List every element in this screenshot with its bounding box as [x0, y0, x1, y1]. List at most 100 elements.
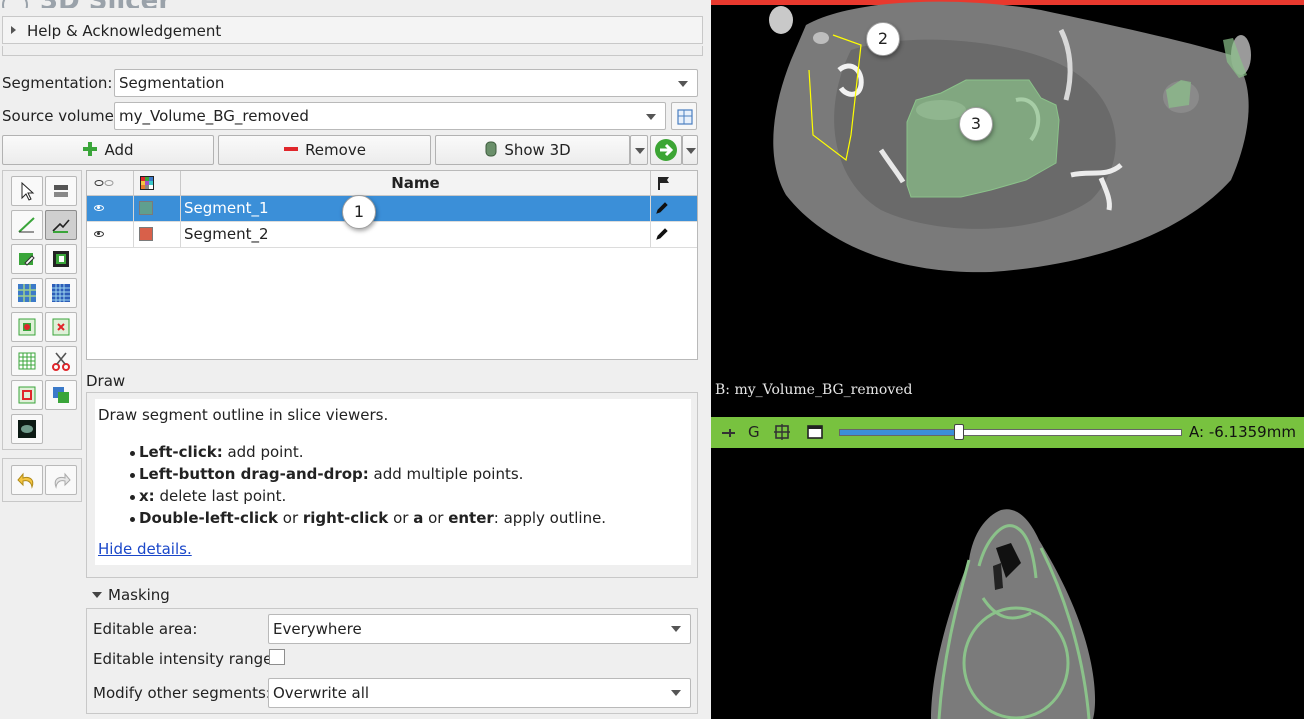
show-3d-label: Show 3D [504, 141, 571, 159]
source-volume-select[interactable]: my_Volume_BG_removed [114, 102, 666, 130]
segmentation-select[interactable]: Segmentation [114, 69, 698, 97]
dropdown-arrow-icon [678, 81, 688, 87]
local-threshold-tool-button[interactable] [11, 414, 43, 444]
fill-tool-button[interactable] [45, 244, 77, 274]
pin-icon[interactable] [721, 427, 737, 439]
export-button[interactable] [650, 135, 682, 165]
view-link-g[interactable]: G [748, 423, 760, 441]
dropdown-arrow-icon [646, 114, 656, 120]
volume-geometry-button[interactable] [671, 102, 697, 130]
geometry-icon [677, 109, 693, 125]
eraser-icon [19, 253, 35, 266]
expand-arrow-icon [11, 26, 16, 34]
smoothing-tool-button[interactable] [45, 380, 77, 410]
visibility-column-header[interactable] [87, 171, 134, 196]
status-column-header[interactable] [651, 171, 697, 196]
draw-tool-button[interactable] [45, 210, 77, 240]
redo-button[interactable] [45, 465, 77, 495]
green-slice-controller: G A: -6.1359mm [711, 417, 1304, 448]
green-slice-viewer[interactable] [711, 448, 1304, 719]
help-acknowledgement-collapsible[interactable]: Help & Acknowledgement [2, 16, 703, 44]
grid-seeds-icon [18, 284, 36, 302]
modify-other-select[interactable]: Overwrite all [268, 678, 691, 708]
hollow-icon [18, 386, 36, 404]
pencil-icon [656, 202, 668, 214]
paint-tool-button[interactable] [45, 176, 77, 206]
table-row[interactable]: Segment_2 [87, 222, 697, 248]
minus-icon [284, 147, 299, 151]
cube-3d-icon [485, 141, 497, 157]
smoothing-icon [53, 387, 69, 403]
logical-tool-button[interactable] [45, 312, 77, 342]
scissors-tool-button[interactable] [45, 346, 77, 376]
remove-segment-button[interactable]: Remove [218, 135, 431, 165]
segments-table[interactable]: Name Segment_1 Segment_2 [86, 170, 698, 360]
masking-label: Masking [108, 586, 170, 604]
editable-area-select[interactable]: Everywhere [268, 614, 691, 644]
effect-instructions: Left-click: add point. Left-button drag-… [129, 443, 606, 531]
segment-color[interactable] [134, 196, 181, 221]
margin-tool-button[interactable] [11, 346, 43, 376]
draw-icon [52, 219, 70, 233]
show-3d-button[interactable]: Show 3D [435, 135, 630, 165]
instruction-item: Double-left-click or right-click or a or… [129, 509, 606, 531]
modify-other-label: Modify other segments: [93, 684, 271, 702]
visibility-toggle[interactable] [87, 222, 134, 247]
ct-coronal-slice-image [931, 509, 1096, 719]
callout-marker-2: 2 [866, 22, 900, 56]
color-column-header[interactable] [134, 171, 181, 196]
table-row[interactable]: Segment_1 [87, 196, 697, 222]
module-panel: 3D Slicer Help & Acknowledgement Segment… [0, 0, 711, 719]
segmentation-label: Segmentation: [2, 74, 113, 92]
volume-label: B: my_Volume_BG_removed [715, 382, 913, 398]
slice-offset-slider[interactable] [839, 424, 1182, 440]
dropdown-arrow-icon [635, 148, 645, 154]
threshold-tool-button[interactable] [45, 278, 77, 308]
window-icon[interactable] [807, 424, 823, 440]
slice-offset-value: A: -6.1359mm [1189, 423, 1296, 441]
segment-color[interactable] [134, 222, 181, 247]
visibility-toggle[interactable] [87, 196, 134, 221]
crosshair-grid-icon[interactable] [774, 424, 790, 440]
show-3d-menu-button[interactable] [630, 135, 648, 165]
islands-icon [18, 318, 36, 336]
undo-button[interactable] [11, 465, 43, 495]
brain-icon [18, 420, 36, 438]
grid-x-icon [52, 318, 70, 336]
scissors-icon [52, 352, 70, 371]
ct-axial-slice-image [769, 1, 1251, 273]
source-volume-value: my_Volume_BG_removed [119, 107, 309, 125]
grow-from-seeds-tool-button[interactable] [11, 278, 43, 308]
name-column-header[interactable]: Name [181, 171, 651, 196]
hide-details-link[interactable]: Hide details. [98, 540, 192, 558]
add-label: Add [104, 141, 134, 159]
dropdown-arrow-icon [686, 148, 696, 154]
slider-handle[interactable] [954, 424, 965, 440]
intensity-range-label: Editable intensity range: [93, 650, 278, 668]
edit-status[interactable] [651, 196, 697, 221]
edit-status[interactable] [651, 222, 697, 247]
masking-collapsible[interactable]: Masking [88, 586, 288, 606]
pencil-icon [656, 228, 668, 240]
islands-tool-button[interactable] [11, 312, 43, 342]
grid-threshold-icon [52, 284, 70, 302]
fill-icon [53, 251, 69, 267]
eye-icon [94, 205, 104, 211]
color-swatch [139, 201, 153, 215]
select-tool-button[interactable] [11, 176, 43, 206]
level-tracing-tool-button[interactable] [11, 210, 43, 240]
modify-other-value: Overwrite all [273, 684, 370, 702]
hollow-tool-button[interactable] [11, 380, 43, 410]
segment-name[interactable]: Segment_2 [181, 222, 651, 247]
help-label: Help & Acknowledgement [27, 22, 222, 40]
segment-name[interactable]: Segment_1 [181, 196, 651, 221]
erase-tool-button[interactable] [11, 244, 43, 274]
effects-toolbox [2, 170, 82, 450]
intensity-range-checkbox[interactable] [269, 649, 285, 665]
export-menu-button[interactable] [682, 135, 698, 165]
slider-fill [840, 430, 960, 435]
paint-icon [54, 185, 68, 197]
source-volume-label: Source volume: [2, 107, 119, 125]
red-slice-viewer[interactable]: 2 3 B: my_Volume_BG_removed [711, 0, 1304, 417]
add-segment-button[interactable]: Add [2, 135, 214, 165]
